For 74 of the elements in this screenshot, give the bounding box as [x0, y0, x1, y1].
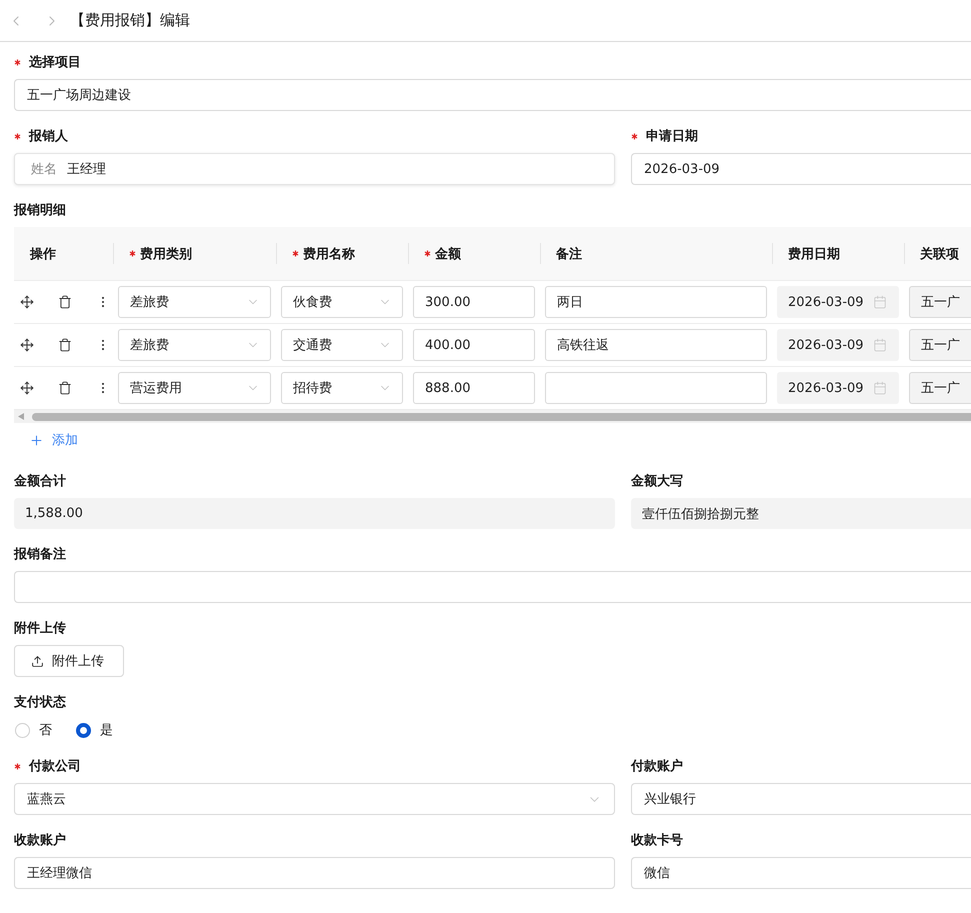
- dropdown-field[interactable]: 招待费: [281, 372, 403, 404]
- delete-button[interactable]: [58, 295, 72, 309]
- drag-handle[interactable]: [20, 381, 34, 395]
- readonly-field: 五一广: [909, 329, 971, 361]
- field-label: 付款账户: [631, 758, 683, 775]
- column-header: 备注: [556, 246, 582, 262]
- field-label: 付款公司: [29, 758, 81, 775]
- text-field[interactable]: 888.00: [413, 372, 535, 404]
- text-field[interactable]: 姓名 王经理: [14, 153, 615, 185]
- column-header: 金额: [435, 246, 461, 262]
- field-label: 金额大写: [631, 472, 683, 490]
- drag-handle[interactable]: [20, 338, 34, 352]
- field-label: 附件上传: [14, 620, 66, 637]
- date-field: 2026-03-09: [777, 286, 899, 318]
- radio-option[interactable]: 是: [76, 721, 113, 739]
- scrollbar-thumb[interactable]: [32, 412, 971, 420]
- field-label: 收款账户: [14, 832, 66, 849]
- column-header: 费用类别: [140, 246, 192, 262]
- field-label: 报销备注: [14, 546, 66, 563]
- calendar-icon: [873, 295, 887, 309]
- upload-icon: [31, 654, 44, 668]
- field-prefix: 姓名: [31, 161, 57, 178]
- text-field[interactable]: 兴业银行: [631, 783, 971, 815]
- text-field[interactable]: 王经理微信: [14, 857, 615, 889]
- radio-option[interactable]: 否: [15, 721, 52, 739]
- dropdown-field[interactable]: 蓝燕云: [14, 783, 615, 815]
- dropdown-field[interactable]: 交通费: [281, 329, 403, 361]
- dropdown-field[interactable]: 营运费用: [118, 372, 271, 404]
- date-field: 2026-03-09: [777, 329, 899, 361]
- readonly-field: 1,588.00: [14, 498, 615, 529]
- plus-icon: [29, 432, 44, 448]
- field-label: 报销人: [29, 128, 68, 145]
- move-icon: [20, 381, 34, 395]
- text-field[interactable]: 高铁往返: [545, 329, 767, 361]
- field-label: 收款卡号: [631, 832, 683, 849]
- column-header: 费用名称: [303, 246, 355, 262]
- text-field[interactable]: 300.00: [413, 286, 535, 318]
- horizontal-scrollbar[interactable]: [14, 410, 971, 423]
- field-label: 支付状态: [14, 694, 66, 711]
- dropdown-field[interactable]: 差旅费: [118, 286, 271, 318]
- trash-icon: [58, 295, 72, 309]
- readonly-field: 五一广: [909, 372, 971, 404]
- move-icon: [20, 338, 34, 352]
- date-field: 2026-03-09: [777, 372, 899, 404]
- calendar-icon: [873, 381, 887, 395]
- delete-button[interactable]: [58, 381, 72, 395]
- dropdown-field[interactable]: 差旅费: [118, 329, 271, 361]
- add-row-button[interactable]: 添加: [14, 424, 78, 456]
- move-icon: [20, 295, 34, 309]
- upload-button[interactable]: 附件上传: [14, 645, 124, 677]
- delete-button[interactable]: [58, 338, 72, 352]
- trash-icon: [58, 338, 72, 352]
- text-field[interactable]: [545, 372, 767, 404]
- drag-handle[interactable]: [20, 295, 34, 309]
- readonly-field: 壹仟伍佰捌拾捌元整: [631, 498, 971, 529]
- column-header: 费用日期: [788, 246, 840, 262]
- column-header: 操作: [30, 246, 56, 262]
- radio-icon[interactable]: [76, 722, 91, 738]
- text-field[interactable]: 400.00: [413, 329, 535, 361]
- readonly-field: 五一广: [909, 286, 971, 318]
- column-header: 关联项: [920, 246, 959, 262]
- field-label: 申请日期: [646, 128, 698, 145]
- text-field[interactable]: [14, 571, 971, 603]
- trash-icon: [58, 381, 72, 395]
- field-label: 金额合计: [14, 472, 66, 490]
- text-field[interactable]: 两日: [545, 286, 767, 318]
- field-label: 报销明细: [14, 202, 66, 219]
- field-label: 选择项目: [29, 54, 81, 71]
- page-title: 【费用报销】编辑: [70, 11, 190, 30]
- dropdown-field[interactable]: 伙食费: [281, 286, 403, 318]
- text-field[interactable]: 微信: [631, 857, 971, 889]
- calendar-icon: [873, 338, 887, 352]
- text-field[interactable]: 2026-03-09: [631, 153, 971, 185]
- text-field[interactable]: 五一广场周边建设: [14, 79, 971, 111]
